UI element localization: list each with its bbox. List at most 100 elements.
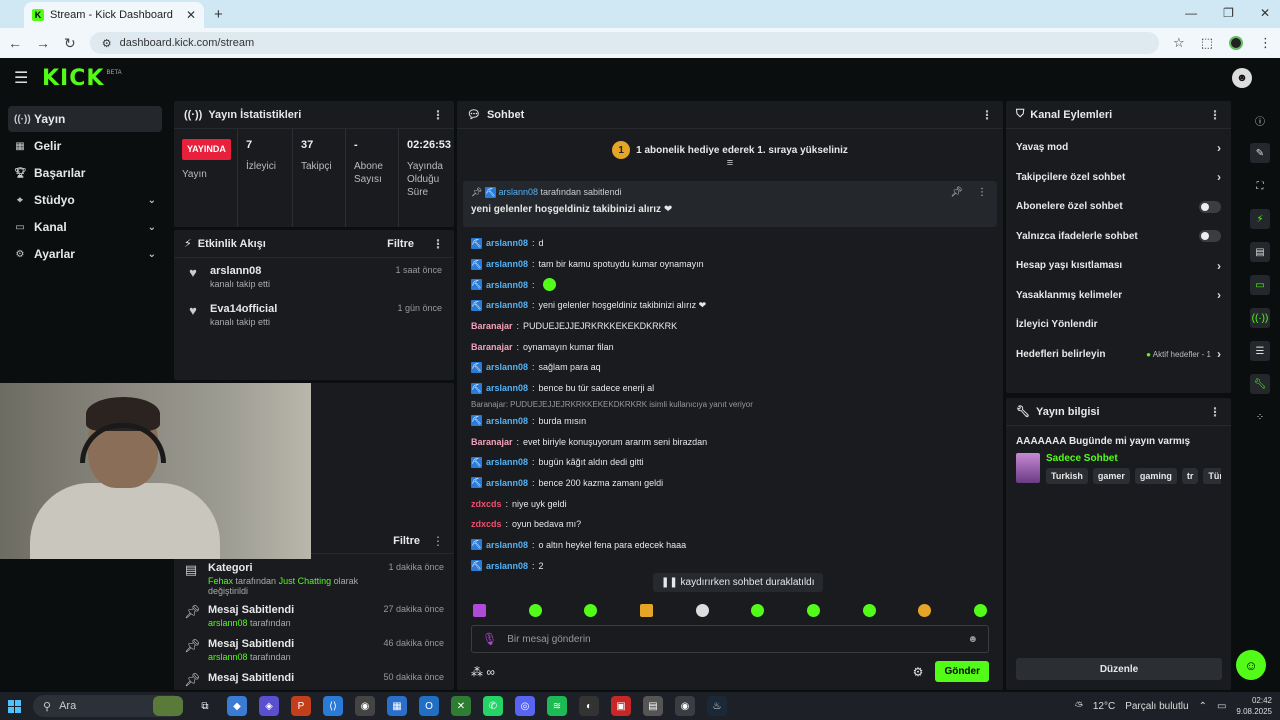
emote-icon[interactable] xyxy=(862,603,876,617)
windows-start-icon[interactable] xyxy=(8,699,21,713)
emote-icon[interactable] xyxy=(528,603,542,617)
more-options-icon[interactable]: ⋮ xyxy=(432,108,444,122)
chat-username[interactable]: arslann08 xyxy=(486,259,528,269)
log-user[interactable]: Fehax xyxy=(208,576,233,586)
kick-logo[interactable]: KICK xyxy=(42,66,104,91)
subs-only-toggle[interactable] xyxy=(1199,200,1221,213)
activity-user[interactable]: arslann08 xyxy=(210,265,385,277)
chat-username[interactable]: arslann08 xyxy=(486,300,528,310)
hamburger-menu-icon[interactable]: ☰ xyxy=(14,68,40,88)
app-icon[interactable]: ◈ xyxy=(259,696,279,716)
emoji-icon[interactable]: ☻ xyxy=(967,634,978,645)
emote-icon[interactable] xyxy=(918,603,932,617)
new-tab-icon[interactable]: + xyxy=(214,6,223,23)
chat-message[interactable]: ⛏Baranajar:evet biriyle konuşuyorum arar… xyxy=(471,431,989,452)
chat-username[interactable]: arslann08 xyxy=(486,478,528,488)
action-goals[interactable]: Hedefleri belirleyin ● Aktif hedefler - 1… xyxy=(1006,340,1231,370)
vscode-icon[interactable]: ⟨⟩ xyxy=(323,696,343,716)
chat-username[interactable]: arslann08 xyxy=(486,280,528,290)
more-options-icon[interactable]: ⋮ xyxy=(981,108,993,122)
chat-username[interactable]: arslann08 xyxy=(486,416,528,426)
chat-message[interactable]: ⛏ arslann08: bence bu tür sadece enerji al xyxy=(471,378,989,399)
microphone-icon[interactable]: 🎙︎ xyxy=(482,632,497,646)
network-icon[interactable]: ▭ xyxy=(1217,701,1226,712)
obs-icon[interactable]: ◉ xyxy=(355,696,375,716)
chat-paused-indicator[interactable]: ❚❚ kaydırırken sohbet duraklatıldı xyxy=(653,573,823,592)
more-options-icon[interactable]: ⋮ xyxy=(432,237,444,251)
sidebar-item-ayarlar[interactable]: ⚙ Ayarlar ⌄ xyxy=(8,241,162,267)
document-icon[interactable]: ▤ xyxy=(1250,242,1270,262)
chat-message[interactable]: ⛏ arslann08: bugün kâğıt aldın dedi gitti xyxy=(471,452,989,473)
broadcast-icon[interactable]: ((·)) xyxy=(1250,308,1270,328)
chat-message[interactable]: ⛏zdxcds:niye uyk geldi xyxy=(471,493,989,514)
restore-icon[interactable]: ❐ xyxy=(1223,6,1234,20)
back-icon[interactable]: ← xyxy=(8,35,22,51)
emote-icon[interactable] xyxy=(584,603,598,617)
sidebar-item-yayin[interactable]: ((·)) Yayın xyxy=(8,106,162,132)
filter-button[interactable]: Filtre xyxy=(393,535,420,547)
chat-username[interactable]: arslann08 xyxy=(486,561,528,571)
chat-message[interactable]: ⛏Baranajar:PUDUEJEJJEJRKRKKEKEKDKRKRK xyxy=(471,316,989,337)
send-button[interactable]: Gönder xyxy=(935,661,989,682)
chat-username[interactable]: Baranajar xyxy=(471,437,513,447)
emote-icon[interactable] xyxy=(806,603,820,617)
chat-message[interactable]: ⛏Baranajar:oynamayın kumar filan xyxy=(471,336,989,357)
app-icon[interactable]: ◐ xyxy=(579,696,599,716)
chat-message[interactable]: ⛏ arslann08: sağlam para aq xyxy=(471,357,989,378)
close-window-icon[interactable]: ✕ xyxy=(1260,6,1270,20)
chat-message[interactable]: ⛏ arslann08: burda mısın xyxy=(471,411,989,432)
task-view-icon[interactable]: ⧉ xyxy=(195,696,215,716)
activity-user[interactable]: Eva14official xyxy=(210,303,387,315)
log-user[interactable]: arslann08 xyxy=(208,618,248,628)
site-info-icon[interactable]: ⚙ xyxy=(102,37,112,50)
info-icon[interactable]: ⓘ xyxy=(1250,110,1270,130)
whatsapp-icon[interactable]: ✆ xyxy=(483,696,503,716)
chat-message[interactable]: ⛏ arslann08: o altın heykel fena para edec… xyxy=(471,535,989,556)
category-name[interactable]: Sadece Sohbet xyxy=(1046,453,1221,464)
chat-message[interactable]: ⛏ arslann08: d xyxy=(471,233,989,254)
more-options-icon[interactable]: ⋮ xyxy=(1209,405,1221,419)
chat-message[interactable]: ⛏ arslann08: bence 200 kazma zamanı geldi xyxy=(471,473,989,494)
action-account-age[interactable]: Hesap yaşı kısıtlaması › xyxy=(1006,251,1231,281)
spotify-icon[interactable]: ≋ xyxy=(547,696,567,716)
sidebar-item-basarilar[interactable]: 🏆︎ Başarılar xyxy=(8,160,162,186)
tray-chevron-icon[interactable]: ⌃ xyxy=(1199,701,1207,712)
chat-settings-icon[interactable]: ⚙ xyxy=(913,665,924,679)
wrench-icon[interactable]: 🔧︎ xyxy=(1250,374,1270,394)
chat-username[interactable]: Baranajar xyxy=(471,321,513,331)
chat-username[interactable]: arslann08 xyxy=(486,540,528,550)
action-raid[interactable]: İzleyici Yönlendir xyxy=(1006,310,1231,340)
emote-icon[interactable] xyxy=(695,603,709,617)
pencil-icon[interactable]: ✎ xyxy=(1250,143,1270,163)
apps-icon[interactable]: ⁘ xyxy=(1250,407,1270,427)
address-bar[interactable]: ⚙ dashboard.kick.com/stream xyxy=(89,32,1160,54)
emote-icon[interactable] xyxy=(639,603,653,617)
steam-icon[interactable]: ♨ xyxy=(707,696,727,716)
chat-username[interactable]: arslann08 xyxy=(486,238,528,248)
chat-message[interactable]: ⛏ arslann08: tam bir kamu spotuydu kumar o… xyxy=(471,254,989,275)
chat-message[interactable]: ⛏ arslann08: xyxy=(471,274,989,295)
chat-username[interactable]: zdxcds xyxy=(471,499,502,509)
emote-icon[interactable] xyxy=(973,603,987,617)
powerpoint-icon[interactable]: P xyxy=(291,696,311,716)
store-icon[interactable]: ▦ xyxy=(387,696,407,716)
filter-button[interactable]: Filtre xyxy=(387,238,414,250)
chat-input[interactable]: 🎙︎ Bir mesaj gönderin ☻ xyxy=(471,625,989,653)
tab-close-icon[interactable]: ✕ xyxy=(186,8,196,22)
chat-username[interactable]: arslann08 xyxy=(486,457,528,467)
chat-username[interactable]: Baranajar xyxy=(471,342,513,352)
log-category[interactable]: Just Chatting xyxy=(279,576,332,586)
chat-message[interactable]: ⛏ arslann08: yeni gelenler hoşgeldiniz tak… xyxy=(471,295,989,316)
collapse-chevron-icon[interactable]: ≡ xyxy=(457,158,1003,169)
edit-stream-info-button[interactable]: Düzenle xyxy=(1016,658,1222,680)
infinity-icon[interactable]: ⁂ ∞ xyxy=(471,665,495,679)
sidebar-item-studyo[interactable]: ⌖ Stüdyo ⌄ xyxy=(8,187,162,213)
emote-only-toggle[interactable] xyxy=(1199,230,1221,243)
log-user[interactable]: arslann08 xyxy=(208,652,248,662)
taskbar-search[interactable]: ⚲ Ara xyxy=(33,695,183,717)
layout-icon[interactable]: ☰ xyxy=(1250,341,1270,361)
emote-icon[interactable] xyxy=(473,603,486,617)
browser-menu-icon[interactable]: ⋮ xyxy=(1259,35,1272,51)
more-options-icon[interactable]: ⋮ xyxy=(432,534,444,548)
action-slow-mode[interactable]: Yavaş mod › xyxy=(1006,133,1231,163)
